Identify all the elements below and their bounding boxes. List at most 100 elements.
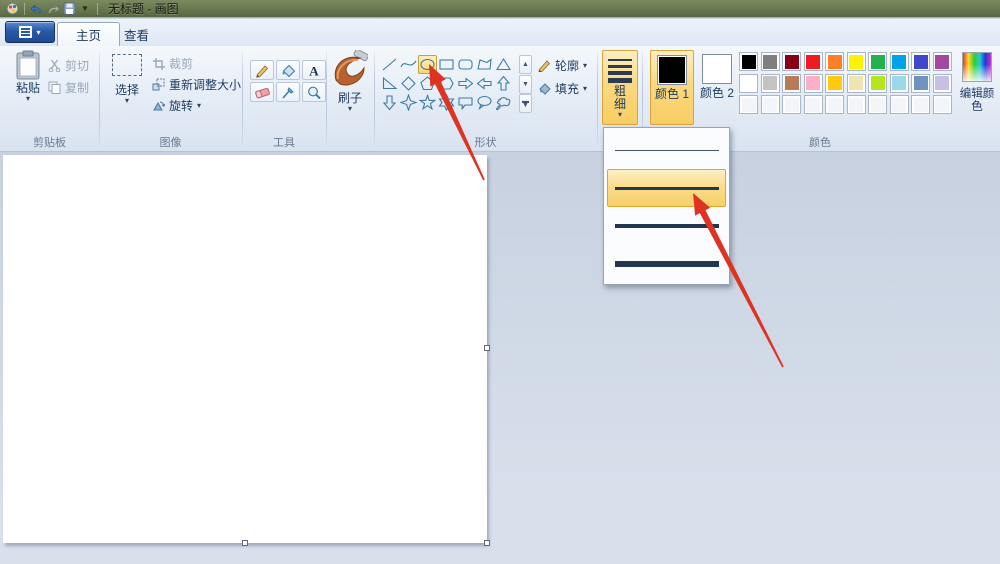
palette-empty-slot-0[interactable] xyxy=(739,95,758,114)
redo-button[interactable] xyxy=(45,2,61,16)
pencil-tool-button[interactable] xyxy=(250,60,274,80)
canvas-resize-handle-corner[interactable] xyxy=(484,540,490,546)
shapes-more-button[interactable]: ▬ ▼ xyxy=(519,94,532,113)
palette-color-r1-5[interactable] xyxy=(846,52,866,71)
color1-swatch xyxy=(657,55,687,85)
chevron-down-icon: ▾ xyxy=(36,27,41,37)
color2-button[interactable]: 颜色 2 xyxy=(697,50,737,125)
shape-triangle[interactable] xyxy=(494,55,513,74)
text-tool-button[interactable]: A xyxy=(302,60,326,80)
paste-button[interactable]: 粘贴 xyxy=(8,50,48,102)
canvas-resize-handle-bottom[interactable] xyxy=(242,540,248,546)
cut-button[interactable]: 剪切 xyxy=(48,56,89,74)
shape-hexagon[interactable] xyxy=(437,74,456,93)
shapes-scroll-down-button[interactable]: ▼ xyxy=(519,74,532,94)
shape-line[interactable] xyxy=(380,55,399,74)
shape-triangle-icon xyxy=(495,56,512,73)
shape-rounded-rectangle[interactable] xyxy=(456,55,475,74)
shape-callout-rounded-rect[interactable] xyxy=(456,93,475,112)
shape-callout-oval[interactable] xyxy=(475,93,494,112)
brushes-button[interactable]: 刷子 xyxy=(330,50,370,112)
palette-empty-slot-6[interactable] xyxy=(868,95,887,114)
shape-polygon-icon xyxy=(476,56,493,73)
palette-color-r1-8[interactable] xyxy=(911,52,930,71)
palette-empty-slot-7[interactable] xyxy=(889,95,909,114)
palette-color-r2-3[interactable] xyxy=(803,73,823,93)
qat-customize-dropdown[interactable]: ▼ xyxy=(77,2,93,16)
edit-colors-button[interactable]: 编辑颜色 xyxy=(956,52,998,114)
magnifier-tool-button[interactable] xyxy=(302,82,326,102)
resize-label: 重新调整大小 xyxy=(169,77,242,92)
palette-color-r1-3[interactable] xyxy=(803,52,823,71)
application-menu-button[interactable]: ▾ xyxy=(5,21,55,43)
resize-icon xyxy=(152,78,165,90)
canvas-resize-handle-right[interactable] xyxy=(484,345,490,351)
shape-rectangle[interactable] xyxy=(437,55,456,74)
palette-color-r1-7[interactable] xyxy=(889,52,909,71)
copy-button[interactable]: 复制 xyxy=(48,78,89,96)
size-option-3px[interactable] xyxy=(607,169,726,207)
save-button[interactable] xyxy=(61,2,77,16)
shape-arrow-right[interactable] xyxy=(456,74,475,93)
palette-color-r1-6[interactable] xyxy=(868,52,887,71)
crop-button[interactable]: 裁剪 xyxy=(152,54,193,72)
image-group-label: 图像 xyxy=(159,137,182,149)
size-option-1px[interactable] xyxy=(607,131,726,169)
tab-view[interactable]: 查看 xyxy=(106,22,167,46)
palette-color-r1-4[interactable] xyxy=(825,52,844,71)
palette-color-r2-2[interactable] xyxy=(782,73,801,93)
size-option-4px[interactable] xyxy=(607,207,726,245)
palette-color-r2-7[interactable] xyxy=(889,73,909,93)
size-option-6px[interactable] xyxy=(607,245,726,283)
shape-fill-button[interactable]: 填充 xyxy=(537,79,587,97)
select-button[interactable]: 选择 xyxy=(106,50,148,104)
palette-color-r1-0[interactable] xyxy=(739,52,758,71)
shape-polygon[interactable] xyxy=(475,55,494,74)
shape-arrow-up[interactable] xyxy=(494,74,513,93)
undo-button[interactable] xyxy=(29,2,45,16)
palette-color-r2-8[interactable] xyxy=(911,73,930,93)
palette-empty-slot-5[interactable] xyxy=(846,95,866,114)
shape-star-6[interactable] xyxy=(437,93,456,112)
palette-empty-slot-9[interactable] xyxy=(932,95,952,114)
shapes-scroll-up-button[interactable]: ▲ xyxy=(519,55,532,74)
shape-ellipse[interactable] xyxy=(418,55,437,74)
drawing-canvas[interactable] xyxy=(3,155,487,543)
shape-curve[interactable] xyxy=(399,55,418,74)
outline-button[interactable]: 轮廓 xyxy=(537,56,587,74)
shape-star-5[interactable] xyxy=(418,93,437,112)
color1-button[interactable]: 颜色 1 xyxy=(650,50,694,125)
palette-color-r2-1[interactable] xyxy=(760,73,780,93)
palette-color-r1-2[interactable] xyxy=(782,52,801,71)
titlebar-separator2 xyxy=(97,2,98,15)
brushes-dropdown-arrow xyxy=(348,105,352,112)
shape-arrow-left[interactable] xyxy=(475,74,494,93)
color-picker-tool-button[interactable] xyxy=(276,82,300,102)
palette-empty-slot-2[interactable] xyxy=(782,95,801,114)
palette-color-r1-9[interactable] xyxy=(932,52,952,71)
palette-color-r2-4[interactable] xyxy=(825,73,844,93)
resize-button[interactable]: 重新调整大小 xyxy=(152,75,241,93)
shape-callout-cloud[interactable] xyxy=(494,93,513,112)
shape-right-triangle[interactable] xyxy=(380,74,399,93)
palette-color-r2-6[interactable] xyxy=(868,73,887,93)
shape-diamond[interactable] xyxy=(399,74,418,93)
shape-star-4[interactable] xyxy=(399,93,418,112)
palette-color-r2-5[interactable] xyxy=(846,73,866,93)
eraser-tool-button[interactable] xyxy=(250,82,274,102)
shape-pentagon[interactable] xyxy=(418,74,437,93)
palette-empty-slot-3[interactable] xyxy=(803,95,823,114)
palette-color-r2-9[interactable] xyxy=(932,73,952,93)
copy-label: 复制 xyxy=(65,80,90,95)
fill-tool-button[interactable] xyxy=(276,60,300,80)
outline-dropdown-arrow xyxy=(583,62,587,69)
palette-empty-slot-4[interactable] xyxy=(825,95,844,114)
size-button[interactable]: 粗细 xyxy=(602,50,638,125)
paint-logo-icon xyxy=(4,2,20,16)
shape-arrow-down[interactable] xyxy=(380,93,399,112)
palette-empty-slot-8[interactable] xyxy=(911,95,930,114)
palette-color-r1-1[interactable] xyxy=(760,52,780,71)
palette-empty-slot-1[interactable] xyxy=(760,95,780,114)
rotate-button[interactable]: 旋转 xyxy=(152,96,201,114)
palette-color-r2-0[interactable] xyxy=(739,73,758,93)
